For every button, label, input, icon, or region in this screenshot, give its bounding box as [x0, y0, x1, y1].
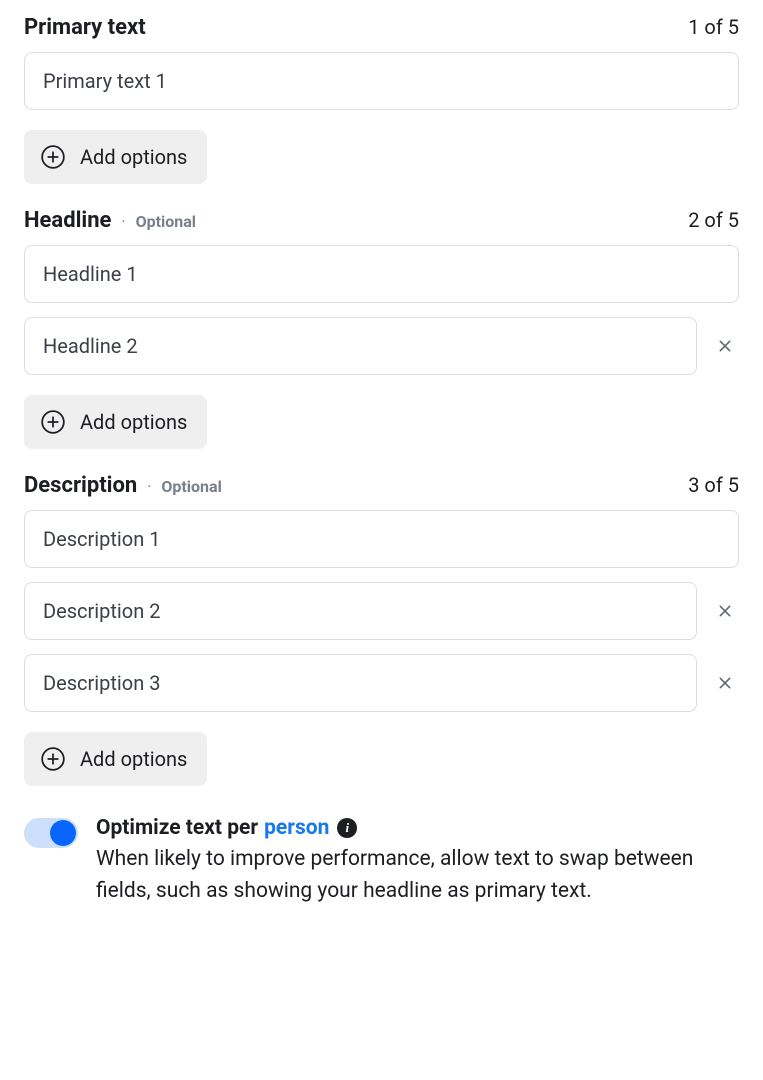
description-input-1[interactable]	[24, 510, 739, 568]
add-options-button[interactable]: Add options	[24, 732, 207, 786]
section-header: Primary text 1 of 5	[24, 15, 739, 40]
counter: 2 of 5	[688, 208, 739, 232]
add-options-label: Add options	[80, 145, 187, 169]
optimize-title-prefix: Optimize text per	[96, 816, 258, 840]
optimize-text-row: Optimize text per person i When likely t…	[24, 816, 739, 907]
primary-text-input-1[interactable]	[24, 52, 739, 110]
separator-dot: ·	[147, 477, 151, 496]
close-icon	[717, 600, 733, 622]
input-row	[24, 510, 739, 568]
optimize-title: Optimize text per person i	[96, 816, 739, 840]
section-header: Description · Optional 3 of 5	[24, 473, 739, 498]
section-title: Headline	[24, 208, 111, 233]
add-options-button[interactable]: Add options	[24, 395, 207, 449]
headline-input-1[interactable]	[24, 245, 739, 303]
close-icon	[717, 335, 733, 357]
optional-label: Optional	[136, 212, 196, 231]
optional-label: Optional	[161, 477, 221, 496]
remove-button[interactable]	[711, 332, 739, 360]
plus-circle-icon	[40, 746, 66, 772]
add-options-label: Add options	[80, 747, 187, 771]
optimize-toggle[interactable]	[24, 818, 78, 848]
description-section: Description · Optional 3 of 5 Add option…	[24, 473, 739, 786]
optimize-text-block: Optimize text per person i When likely t…	[96, 816, 739, 907]
headline-section: Headline · Optional 2 of 5 Add options	[24, 208, 739, 449]
input-row	[24, 245, 739, 303]
info-icon[interactable]: i	[337, 818, 357, 838]
section-title: Primary text	[24, 15, 146, 40]
separator-dot: ·	[121, 212, 125, 231]
description-input-3[interactable]	[24, 654, 697, 712]
add-options-button[interactable]: Add options	[24, 130, 207, 184]
toggle-knob	[50, 820, 76, 846]
section-title: Description	[24, 473, 137, 498]
optimize-person-link[interactable]: person	[264, 816, 329, 840]
remove-button[interactable]	[711, 669, 739, 697]
plus-circle-icon	[40, 409, 66, 435]
plus-circle-icon	[40, 144, 66, 170]
counter: 1 of 5	[688, 15, 739, 39]
remove-button[interactable]	[711, 597, 739, 625]
add-options-label: Add options	[80, 410, 187, 434]
close-icon	[717, 672, 733, 694]
input-row	[24, 317, 739, 375]
optimize-description: When likely to improve performance, allo…	[96, 844, 739, 907]
primary-text-section: Primary text 1 of 5 Add options	[24, 15, 739, 184]
section-header: Headline · Optional 2 of 5	[24, 208, 739, 233]
counter: 3 of 5	[688, 473, 739, 497]
input-row	[24, 582, 739, 640]
input-row	[24, 654, 739, 712]
description-input-2[interactable]	[24, 582, 697, 640]
input-row	[24, 52, 739, 110]
headline-input-2[interactable]	[24, 317, 697, 375]
